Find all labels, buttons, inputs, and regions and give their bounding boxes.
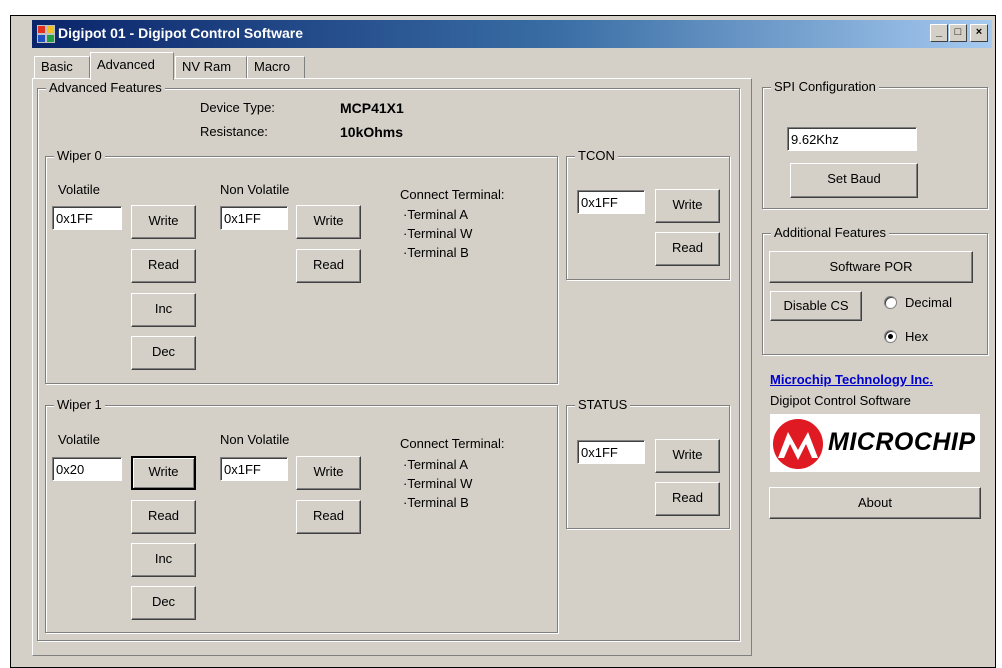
wiper-0-volatile-input[interactable] (52, 206, 122, 230)
wiper-1-inc-button[interactable]: Inc (131, 543, 196, 577)
microchip-logo-icon (773, 419, 823, 469)
baud-rate-input[interactable] (787, 127, 917, 151)
window-title: Digipot 01 - Digipot Control Software (58, 25, 303, 41)
wiper-0-read-button[interactable]: Read (131, 249, 196, 283)
wiper-1-terminal-b: ·Terminal B (403, 495, 469, 510)
wiper-0-inc-button[interactable]: Inc (131, 293, 196, 327)
about-button[interactable]: About (769, 487, 981, 519)
disable-cs-button[interactable]: Disable CS (770, 291, 862, 321)
wiper-0-volatile-label: Volatile (58, 182, 100, 197)
device-type-value: MCP41X1 (340, 100, 404, 116)
wiper-1-nonvolatile-input[interactable] (220, 457, 288, 481)
tcon-input[interactable] (577, 190, 645, 214)
additional-features-label: Additional Features (771, 225, 890, 240)
wiper-0-nonvolatile-read-button[interactable]: Read (296, 249, 361, 283)
microchip-logo: MICROCHIP (770, 414, 980, 472)
wiper-1-connect-label: Connect Terminal: (400, 436, 505, 451)
wiper-0-connect-label: Connect Terminal: (400, 187, 505, 202)
wiper-0-nonvolatile-input[interactable] (220, 206, 288, 230)
tcon-label: TCON (575, 148, 618, 163)
wiper-0-dec-button[interactable]: Dec (131, 336, 196, 370)
decimal-label: Decimal (905, 295, 952, 310)
title-bar[interactable]: Digipot 01 - Digipot Control Software _ … (32, 20, 992, 48)
wiper-1-dec-button[interactable]: Dec (131, 586, 196, 620)
wiper-1-nonvolatile-read-button[interactable]: Read (296, 500, 361, 534)
wiper-0-volatile-write-button[interactable]: Write (131, 205, 196, 239)
wiper-0-label: Wiper 0 (54, 148, 105, 163)
tcon-write-button[interactable]: Write (655, 189, 720, 223)
tab-macro[interactable]: Macro (247, 56, 305, 78)
wiper-0-terminal-a: ·Terminal A (403, 207, 469, 222)
minimize-button[interactable]: _ (930, 24, 948, 42)
hex-radio[interactable] (884, 330, 897, 343)
tab-basic[interactable]: Basic (34, 56, 90, 78)
status-read-button[interactable]: Read (655, 482, 720, 516)
wiper-1-terminal-a: ·Terminal A (403, 457, 469, 472)
wiper-1-nonvolatile-write-button[interactable]: Write (296, 456, 361, 490)
tcon-read-button[interactable]: Read (655, 232, 720, 266)
tab-advanced[interactable]: Advanced (90, 52, 174, 80)
product-name: Digipot Control Software (770, 393, 911, 408)
status-input[interactable] (577, 440, 645, 464)
wiper-1-volatile-input[interactable] (52, 457, 122, 481)
software-por-button[interactable]: Software POR (769, 251, 973, 283)
hex-label: Hex (905, 329, 929, 344)
advanced-features-label: Advanced Features (46, 80, 165, 95)
wiper-1-read-button[interactable]: Read (131, 500, 196, 534)
wiper-1-volatile-label: Volatile (58, 432, 100, 447)
close-button[interactable]: × (970, 24, 988, 42)
wiper-0-nonvolatile-write-button[interactable]: Write (296, 205, 361, 239)
maximize-button[interactable]: □ (949, 24, 967, 42)
wiper-1-volatile-write-button[interactable]: Write (131, 456, 196, 490)
microchip-logo-text: MICROCHIP (828, 428, 976, 456)
resistance-label: Resistance: (200, 124, 268, 139)
spi-configuration-label: SPI Configuration (771, 79, 879, 94)
resistance-value: 10kOhms (340, 124, 404, 140)
status-label: STATUS (575, 397, 631, 412)
decimal-radio[interactable] (884, 296, 897, 309)
wiper-1-nonvolatile-label: Non Volatile (220, 432, 290, 447)
wiper-0-terminal-w: ·Terminal W (403, 226, 473, 241)
app-icon (37, 25, 55, 43)
device-type-label: Device Type: (200, 100, 275, 115)
wiper-0-nonvolatile-label: Non Volatile (220, 182, 290, 197)
tab-nv-ram[interactable]: NV Ram (175, 56, 247, 78)
wiper-1-terminal-w: ·Terminal W (403, 476, 473, 491)
set-baud-button[interactable]: Set Baud (790, 163, 918, 198)
wiper-0-terminal-b: ·Terminal B (403, 245, 469, 260)
status-write-button[interactable]: Write (655, 439, 720, 473)
microchip-link[interactable]: Microchip Technology Inc. (770, 372, 933, 387)
wiper-1-label: Wiper 1 (54, 397, 105, 412)
